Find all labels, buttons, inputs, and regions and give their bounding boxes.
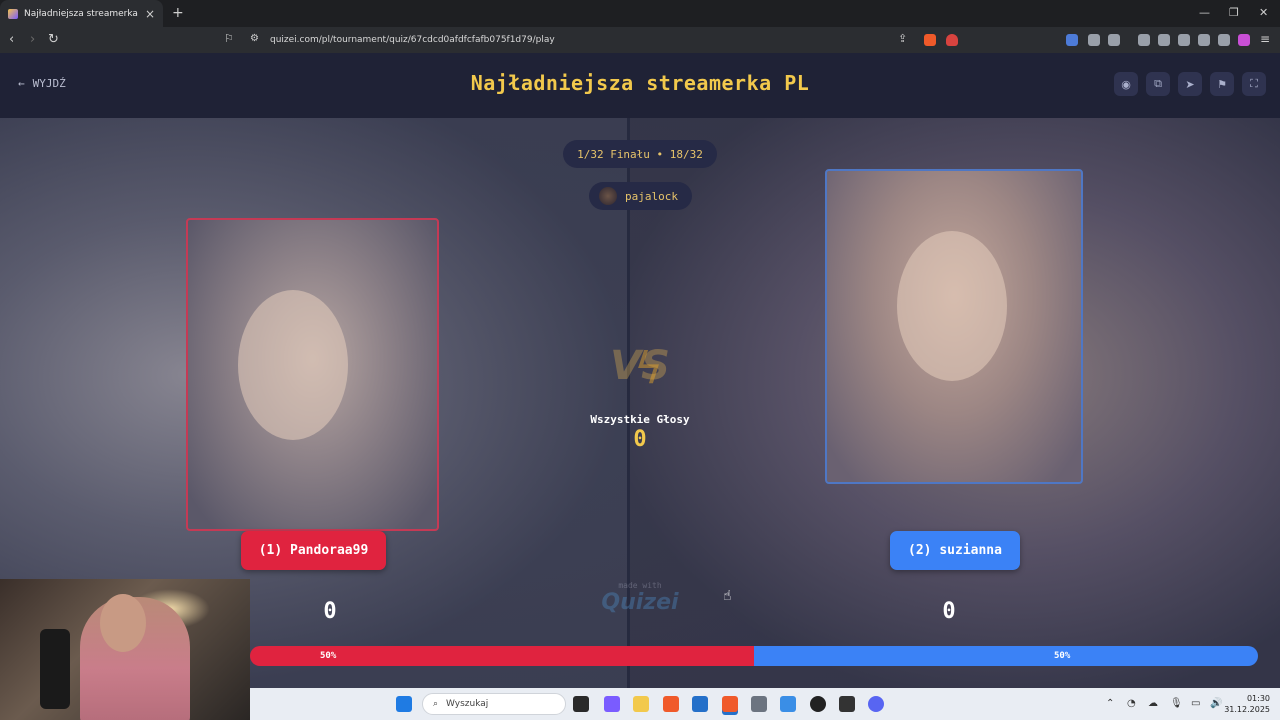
puzzle-icon[interactable] [1088,34,1100,46]
webcam-overlay [0,579,250,720]
discord-icon[interactable] [868,696,884,712]
hand-cursor-icon: ☝ [723,588,732,604]
sidebar-icon[interactable] [1158,34,1170,46]
extension-icon[interactable] [1066,34,1078,46]
brand-logo: Quizei [601,590,679,615]
media-icon[interactable] [1138,34,1150,46]
taskbar-search[interactable]: ⌕ Wyszukaj [422,693,566,715]
chevron-up-icon[interactable]: ⌃ [1106,698,1114,709]
avatar [599,187,617,205]
minimize-icon[interactable]: — [1199,6,1210,19]
rewards-icon[interactable] [946,34,958,46]
system-clock[interactable]: 01:30 31.12.2025 [1224,693,1270,715]
cloud-icon[interactable]: ☁ [1148,698,1158,709]
vote-share-bar: 50% 50% [250,646,1258,666]
brave-browser-icon[interactable] [663,696,679,712]
share-icon[interactable]: ⇪ [898,32,907,45]
task-view-icon[interactable] [573,696,589,712]
left-vote-count: 0 [323,599,337,624]
new-tab-icon[interactable]: + [172,5,184,21]
right-share-fill: 50% [754,646,1258,666]
user-badge: pajalock [589,182,692,210]
url-text: quizei.com/pl/tournament/quiz/67cdcd0afd… [270,35,555,45]
tray-app-icon[interactable]: ◔ [1127,698,1136,709]
microphone-shape [40,629,70,709]
menu-icon[interactable]: ≡ [1260,32,1270,46]
site-settings-icon[interactable]: ⚙ [250,33,259,44]
volume-icon[interactable]: 🔊 [1210,698,1222,709]
face-shape [897,231,1007,381]
candidate-right-photo[interactable] [825,169,1083,484]
eye-icon[interactable]: ◉ [1114,72,1138,96]
forward-icon[interactable]: › [30,32,35,47]
tab-title: Najładniejsza streamerka PL - Li [24,8,139,19]
profile-icon[interactable] [1238,34,1250,46]
store-icon[interactable] [692,696,708,712]
reload-icon[interactable]: ↻ [48,32,59,47]
flag-icon[interactable]: ⚑ [1210,72,1234,96]
copy-icon[interactable]: ⧉ [1146,72,1170,96]
round-badge: 1/32 Finału • 18/32 [563,140,717,168]
site-favicon-icon [8,8,18,19]
close-window-icon[interactable]: ✕ [1259,6,1268,19]
network-icon[interactable]: ▭ [1191,698,1200,709]
made-with-text: made with [618,581,662,590]
brave-shield-icon[interactable] [924,34,936,46]
tab-search-icon[interactable] [1108,34,1120,46]
copilot-icon[interactable] [604,696,620,712]
brave-active-icon[interactable] [722,696,738,712]
microphone-icon[interactable]: 🎙 [1170,698,1183,709]
quizei-watermark: made with Quizei [590,581,690,615]
windows-start-icon[interactable] [396,696,412,712]
address-bar[interactable]: ⚙ quizei.com/pl/tournament/quiz/67cdcd0a… [240,30,966,50]
quiz-header: ← WYJDŹ Najładniejsza streamerka PL ◉ ⧉ … [0,53,1280,118]
browser-toolbar: ‹ › ↻ ⚐ ⚙ quizei.com/pl/tournament/quiz/… [0,27,1280,53]
clock-date: 31.12.2025 [1224,705,1270,714]
lightning-icon: ϟ [634,343,664,394]
browser-tab[interactable]: Najładniejsza streamerka PL - Li × [0,0,163,27]
windows-taskbar: ⌕ Wyszukaj ⌃ ◔ ☁ 🎙 ▭ 🔊 01:30 31.12.2025 [250,688,1280,720]
header-actions: ◉ ⧉ ➤ ⚑ ⛶ [1114,72,1266,96]
close-tab-icon[interactable]: × [145,7,155,21]
streamer-head [100,594,146,652]
bookmark-icon[interactable]: ⚐ [224,32,234,45]
right-vote-count: 0 [942,599,956,624]
left-share-fill: 50% [250,646,754,666]
wallet-icon[interactable] [1178,34,1190,46]
fullscreen-icon[interactable]: ⛶ [1242,72,1266,96]
clock-time: 01:30 [1246,694,1270,703]
all-votes-label: Wszystkie Głosy [590,413,690,426]
send-icon[interactable]: ➤ [1178,72,1202,96]
candidate-left-photo[interactable] [186,218,439,531]
settings-icon[interactable] [751,696,767,712]
page-title: Najładniejsza streamerka PL [470,71,810,95]
search-icon: ⌕ [433,699,439,709]
obs-icon[interactable] [810,696,826,712]
all-votes-value: 0 [633,427,647,452]
back-icon[interactable]: ‹ [9,32,14,47]
notepad-icon[interactable] [780,696,796,712]
browser-tab-strip: Najładniejsza streamerka PL - Li × + — ❐… [0,0,1280,27]
search-placeholder: Wyszukaj [446,699,489,709]
user-name: pajalock [625,189,678,203]
vote-right-button[interactable]: (2) suzianna [890,531,1020,570]
vote-left-button[interactable]: (1) Pandoraa99 [241,531,386,570]
capcut-icon[interactable] [839,696,855,712]
restore-icon[interactable]: ❐ [1229,6,1239,19]
file-explorer-icon[interactable] [633,696,649,712]
leo-icon[interactable] [1198,34,1210,46]
vpn-icon[interactable] [1218,34,1230,46]
face-shape [238,290,348,440]
